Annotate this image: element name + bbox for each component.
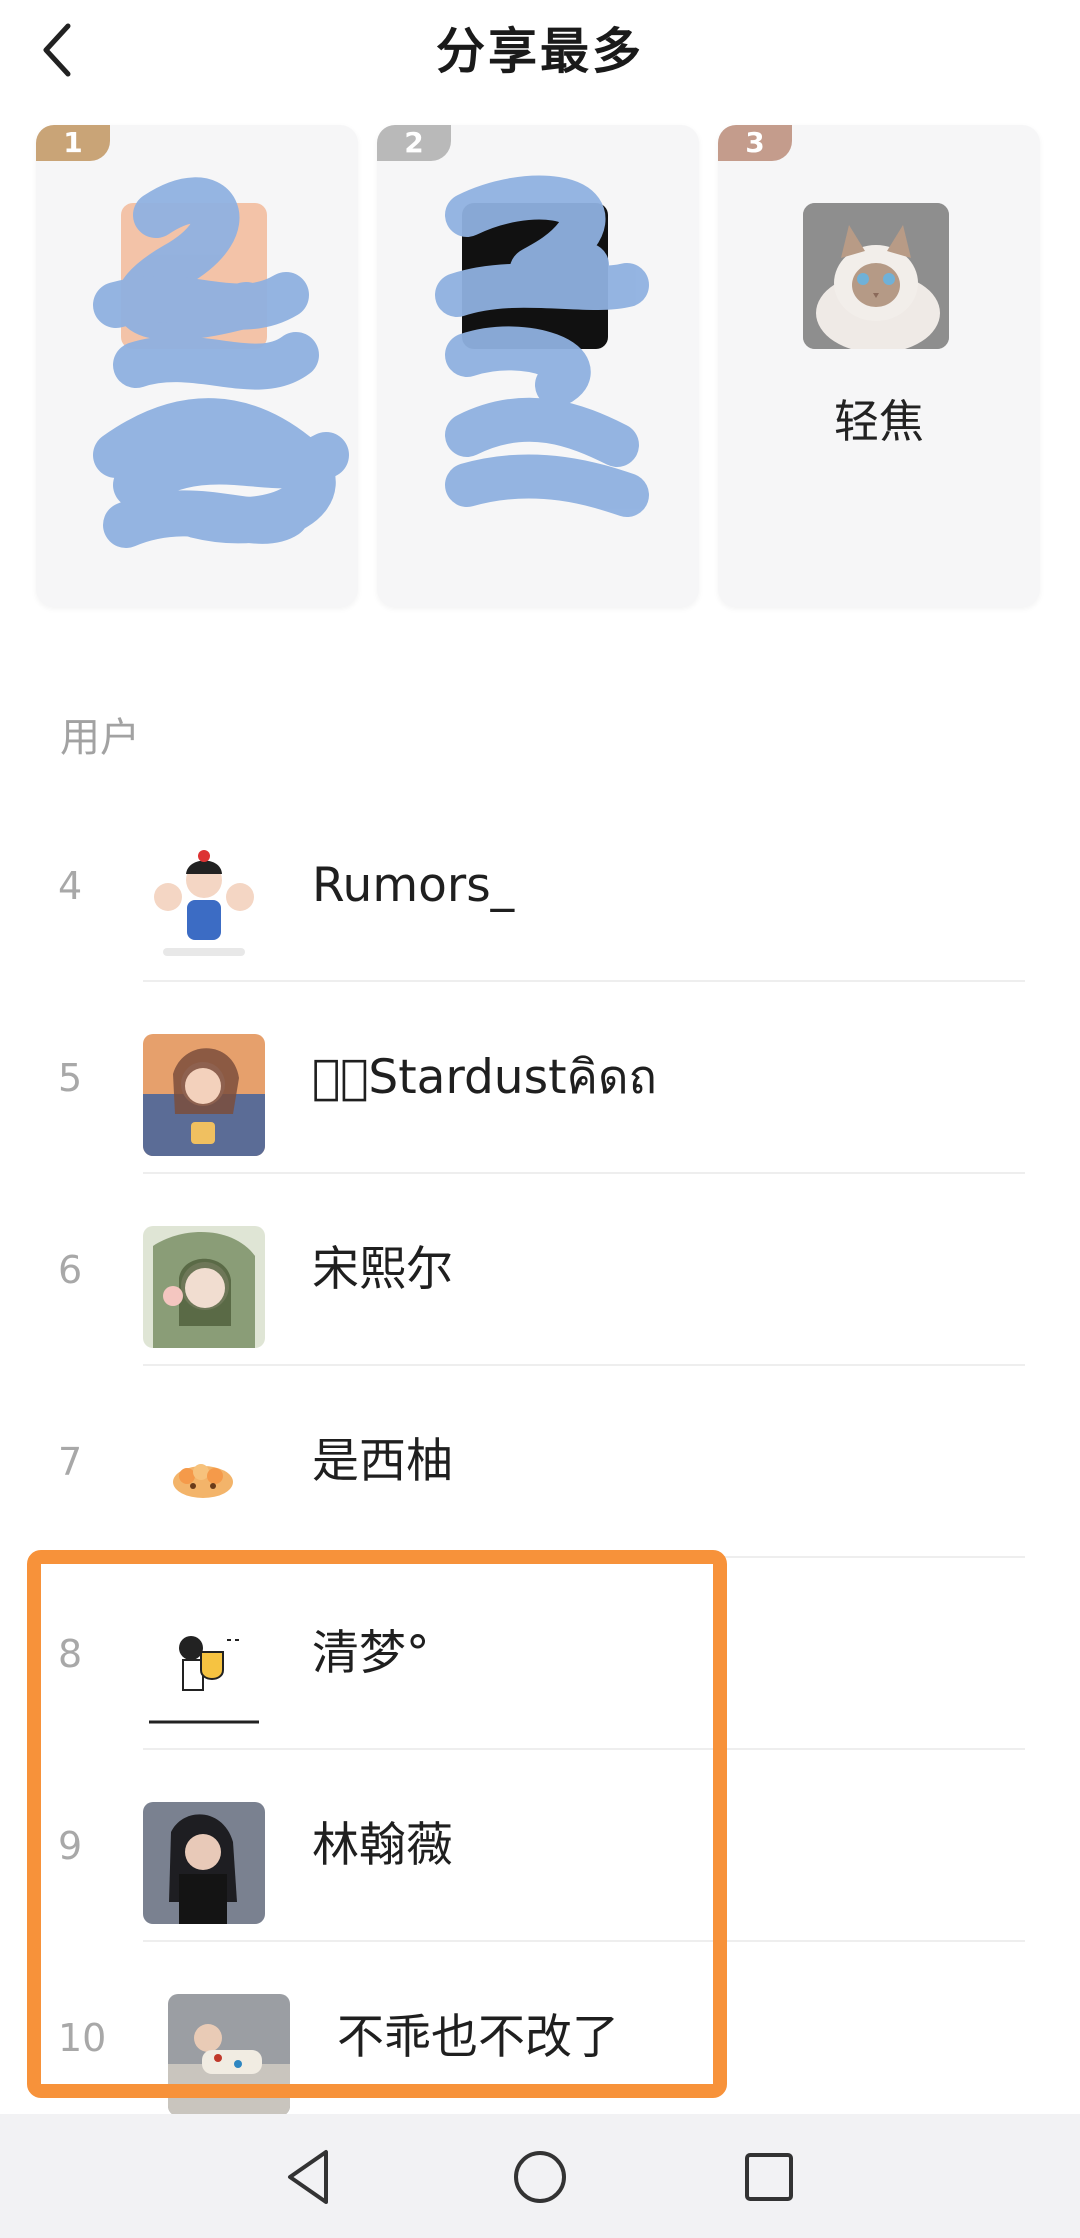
- avatar: [143, 1034, 265, 1156]
- cover-image: [462, 203, 608, 349]
- avatar: [143, 1802, 265, 1924]
- rank-number: 4: [58, 864, 83, 908]
- page-title: 分享最多: [435, 23, 644, 80]
- navigation-bar: [0, 2114, 1080, 2238]
- user-name: 不乖也不改了: [337, 2010, 619, 2065]
- rank-number: 6: [58, 1248, 83, 1292]
- rank-badge: 1: [36, 125, 110, 161]
- cat-avatar-image: [803, 203, 949, 349]
- rank-badge: 3: [718, 125, 792, 161]
- cover-image: [803, 203, 949, 349]
- rank-number: 10: [58, 2016, 107, 2060]
- rank-number: 9: [58, 1824, 83, 1868]
- top-card-3[interactable]: 3 轻焦: [718, 125, 1040, 607]
- list-item[interactable]: 8 清梦°: [0, 1558, 1080, 1750]
- rank-number: 7: [58, 1440, 83, 1484]
- user-name: 是西柚: [312, 1434, 453, 1489]
- user-name: 宋熙尔: [312, 1242, 453, 1297]
- avatar: [168, 1994, 290, 2116]
- list-item[interactable]: 10 不乖也不改了: [0, 1942, 1080, 2134]
- rank-number: 8: [58, 1632, 83, 1676]
- circle-home-icon[interactable]: [501, 2138, 579, 2216]
- list-item[interactable]: 9 林翰薇: [0, 1750, 1080, 1942]
- section-label-users: 用户: [60, 715, 140, 761]
- top-card-2[interactable]: 2: [377, 125, 699, 607]
- triangle-back-icon[interactable]: [270, 2138, 348, 2216]
- avatar: [143, 1418, 265, 1540]
- user-name: ஞ⃝Stardustคิดถ: [312, 1050, 657, 1105]
- card-name: 轻焦: [833, 395, 924, 448]
- user-name: 林翰薇: [312, 1818, 453, 1873]
- list-item[interactable]: 4 Rumors_: [0, 790, 1080, 982]
- top-card-1[interactable]: 1: [36, 125, 358, 607]
- avatar: [143, 1226, 265, 1348]
- rank-number: 5: [58, 1056, 83, 1100]
- list-item[interactable]: 6 宋熙尔: [0, 1174, 1080, 1366]
- list-item[interactable]: 5 ஞ⃝Stardustคิดถ: [0, 982, 1080, 1174]
- avatar: [143, 1610, 265, 1732]
- cover-image: [121, 203, 267, 349]
- user-name: Rumors_: [312, 858, 515, 913]
- avatar: [143, 842, 265, 964]
- list-item[interactable]: 7 是西柚: [0, 1366, 1080, 1558]
- user-name: 清梦°: [312, 1626, 430, 1681]
- rank-badge: 2: [377, 125, 451, 161]
- header: 分享最多: [0, 0, 1080, 130]
- square-recent-icon[interactable]: [730, 2138, 808, 2216]
